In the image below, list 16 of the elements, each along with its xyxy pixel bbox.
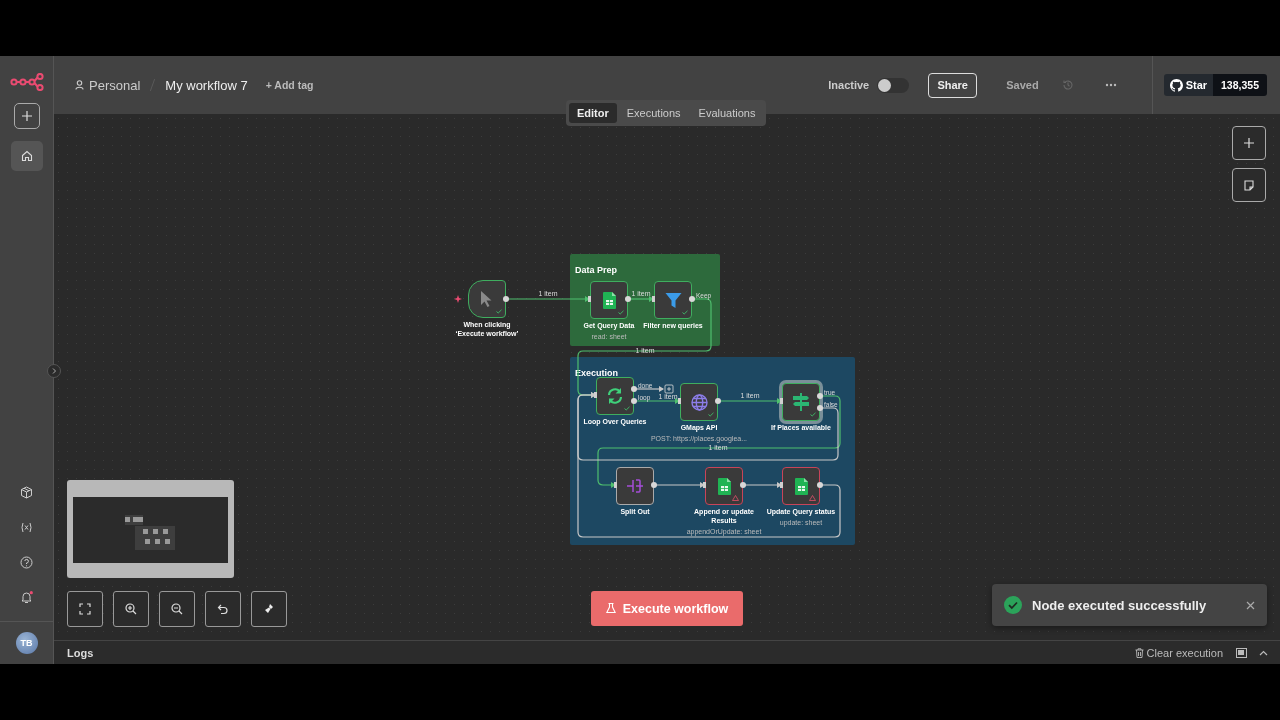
- add-tag-link[interactable]: + Add tag: [265, 79, 314, 91]
- clear-execution-button[interactable]: Clear execution: [1134, 646, 1223, 659]
- logs-title[interactable]: Logs: [67, 646, 94, 659]
- share-button[interactable]: Share: [928, 72, 978, 98]
- github-star-button[interactable]: Star: [1163, 74, 1214, 96]
- view-tab[interactable]: Editor: [569, 103, 617, 123]
- note-title: Execution: [575, 368, 618, 378]
- toast-message: Node executed successfully: [1032, 597, 1208, 613]
- view-tab[interactable]: Evaluations: [690, 103, 764, 123]
- project-link[interactable]: Personal: [89, 77, 141, 93]
- status-label: Inactive: [828, 79, 870, 91]
- note-title: Data Prep: [575, 265, 618, 275]
- star-count: 138,355: [1213, 74, 1267, 96]
- save-status: Saved: [1006, 79, 1039, 91]
- view-tab[interactable]: Executions: [618, 103, 689, 123]
- workflow-name[interactable]: My workflow 7: [165, 77, 248, 93]
